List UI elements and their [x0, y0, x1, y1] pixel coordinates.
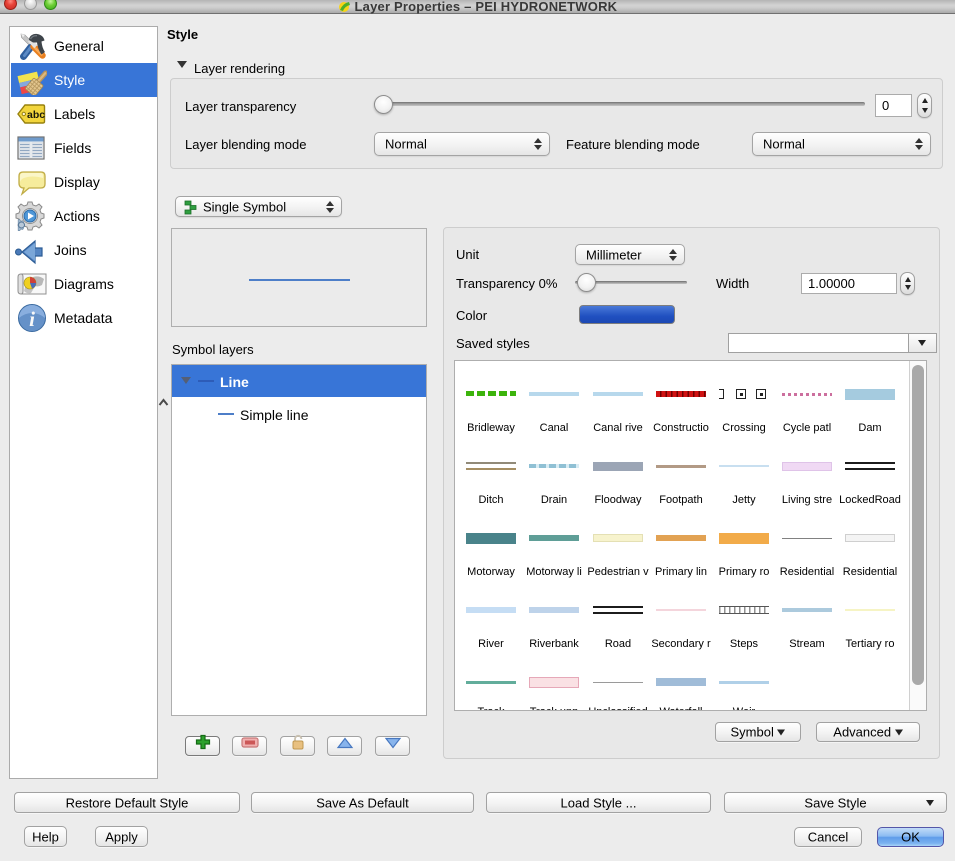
svg-text:abc: abc	[27, 109, 45, 121]
svg-text:i: i	[29, 307, 35, 331]
